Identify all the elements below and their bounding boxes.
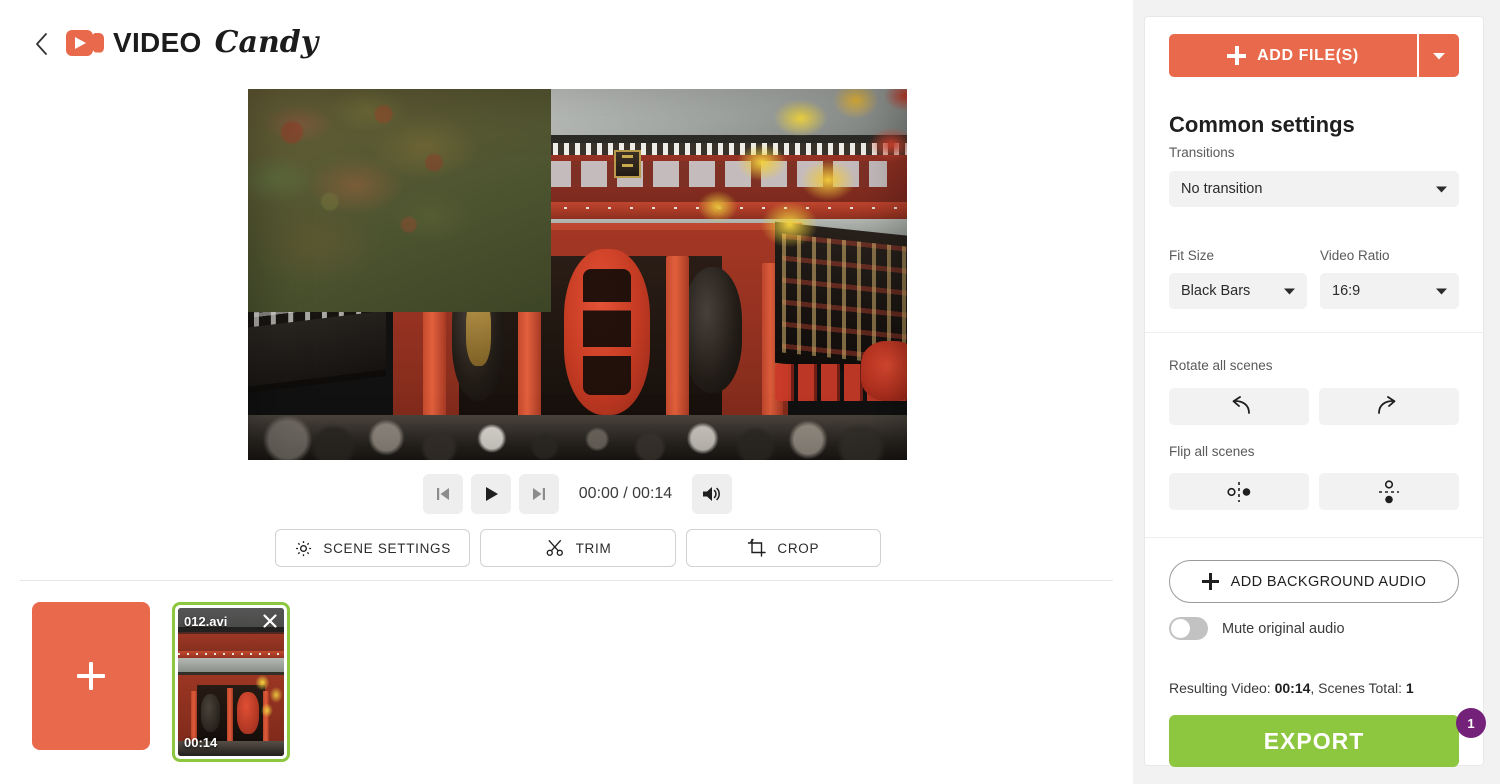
volume-button[interactable] — [692, 474, 733, 514]
export-button[interactable]: EXPORT — [1169, 715, 1459, 767]
chevron-down-icon — [1436, 180, 1447, 198]
scene-filename: 012.avi — [184, 613, 228, 629]
fit-size-select[interactable]: Black Bars — [1169, 273, 1307, 309]
brand-logo[interactable]: VIDEO Candy — [66, 25, 318, 60]
scissors-icon — [546, 539, 563, 556]
add-background-audio-label: ADD BACKGROUND AUDIO — [1230, 573, 1427, 590]
scene-timeline: 012.avi 00:14 — [32, 602, 290, 762]
add-files-button[interactable]: ADD FILE(S) — [1169, 34, 1417, 77]
transitions-select[interactable]: No transition — [1169, 171, 1459, 207]
video-camera-icon — [66, 29, 104, 56]
volume-on-icon — [703, 487, 721, 501]
transitions-value: No transition — [1181, 181, 1263, 197]
fit-size-label: Fit Size — [1169, 248, 1215, 263]
scene-settings-button[interactable]: SCENE SETTINGS — [275, 529, 471, 567]
main-editor-area: VIDEO Candy 00:00 / 00:14 SCENE SETTINGS… — [0, 0, 1133, 784]
scene-tile[interactable]: 012.avi 00:14 — [172, 602, 290, 762]
export-count-badge: 1 — [1456, 708, 1486, 738]
back-button[interactable] — [28, 30, 54, 58]
panel-divider-1 — [1145, 332, 1483, 333]
flip-horizontal-button[interactable] — [1169, 473, 1309, 510]
crop-icon — [748, 538, 767, 557]
chevron-down-icon — [1284, 282, 1295, 300]
rotate-right-icon — [1378, 395, 1396, 414]
result-scenes-total: 1 — [1405, 680, 1414, 696]
add-background-audio-button[interactable]: ADD BACKGROUND AUDIO — [1169, 560, 1459, 603]
scene-duration: 00:14 — [184, 735, 218, 750]
flip-buttons — [1169, 473, 1459, 510]
result-duration: 00:14 — [1274, 680, 1311, 696]
plus-icon — [74, 659, 108, 693]
playback-controls: 00:00 / 00:14 — [248, 474, 907, 514]
skip-previous-icon — [436, 488, 449, 500]
brand-primary: VIDEO — [113, 26, 202, 58]
rotate-label: Rotate all scenes — [1169, 358, 1273, 373]
result-middle: , Scenes Total: — [1310, 680, 1406, 696]
trim-button[interactable]: TRIM — [480, 529, 676, 567]
panel-title: Common settings — [1169, 112, 1355, 137]
chevron-down-icon — [1433, 52, 1445, 59]
section-divider — [20, 580, 1113, 581]
flip-vertical-icon — [1379, 479, 1399, 503]
close-icon — [263, 614, 277, 628]
toggle-knob — [1171, 619, 1190, 638]
panel-divider-2 — [1145, 537, 1483, 538]
flip-vertical-button[interactable] — [1319, 473, 1459, 510]
add-files-group: ADD FILE(S) — [1169, 34, 1459, 77]
playback-time: 00:00 / 00:14 — [578, 485, 673, 502]
play-button[interactable] — [470, 474, 511, 514]
rotate-left-button[interactable] — [1169, 388, 1309, 425]
result-prefix: Resulting Video: — [1169, 680, 1275, 696]
plus-icon — [1227, 46, 1247, 65]
add-scene-tile[interactable] — [32, 602, 150, 750]
scene-settings-label: SCENE SETTINGS — [323, 540, 451, 556]
video-ratio-label: Video Ratio — [1320, 248, 1390, 263]
crop-label: CROP — [777, 540, 820, 556]
add-files-dropdown-button[interactable] — [1419, 34, 1459, 77]
brand-secondary: Candy — [214, 25, 319, 60]
scene-thumbnail: 012.avi 00:14 — [178, 608, 284, 756]
chevron-left-icon — [35, 33, 47, 55]
fit-size-value: Black Bars — [1181, 283, 1251, 299]
rotate-right-button[interactable] — [1319, 388, 1459, 425]
plus-icon — [1201, 573, 1219, 590]
play-icon — [485, 487, 498, 501]
mute-original-audio-toggle[interactable] — [1169, 617, 1208, 640]
skip-next-button[interactable] — [518, 474, 559, 514]
skip-previous-button[interactable] — [422, 474, 463, 514]
video-candy-app: VIDEO Candy 00:00 / 00:14 SCENE SETTINGS… — [0, 0, 1500, 784]
settings-panel: ADD FILE(S) Common settings Transitions … — [1145, 17, 1483, 767]
transitions-label: Transitions — [1169, 145, 1235, 160]
remove-scene-button[interactable] — [261, 612, 279, 630]
flip-label: Flip all scenes — [1169, 444, 1255, 459]
video-ratio-value: 16:9 — [1332, 283, 1361, 299]
mute-original-audio-label: Mute original audio — [1222, 620, 1345, 637]
crop-button[interactable]: CROP — [685, 529, 881, 567]
chevron-down-icon — [1436, 282, 1447, 300]
gear-icon — [296, 540, 312, 556]
rotate-buttons — [1169, 388, 1459, 425]
flip-horizontal-icon — [1227, 481, 1251, 502]
app-header: VIDEO Candy — [0, 0, 1133, 88]
video-preview-image — [248, 89, 907, 460]
video-preview[interactable] — [248, 89, 907, 460]
scene-action-buttons: SCENE SETTINGS TRIM CROP — [275, 529, 881, 567]
video-ratio-select[interactable]: 16:9 — [1320, 273, 1459, 309]
result-summary: Resulting Video: 00:14, Scenes Total: 1 — [1169, 680, 1414, 696]
mute-original-audio-row: Mute original audio — [1169, 617, 1345, 640]
skip-next-icon — [532, 488, 545, 500]
add-files-label: ADD FILE(S) — [1257, 46, 1359, 64]
rotate-left-icon — [1232, 395, 1250, 414]
trim-label: TRIM — [575, 540, 612, 556]
